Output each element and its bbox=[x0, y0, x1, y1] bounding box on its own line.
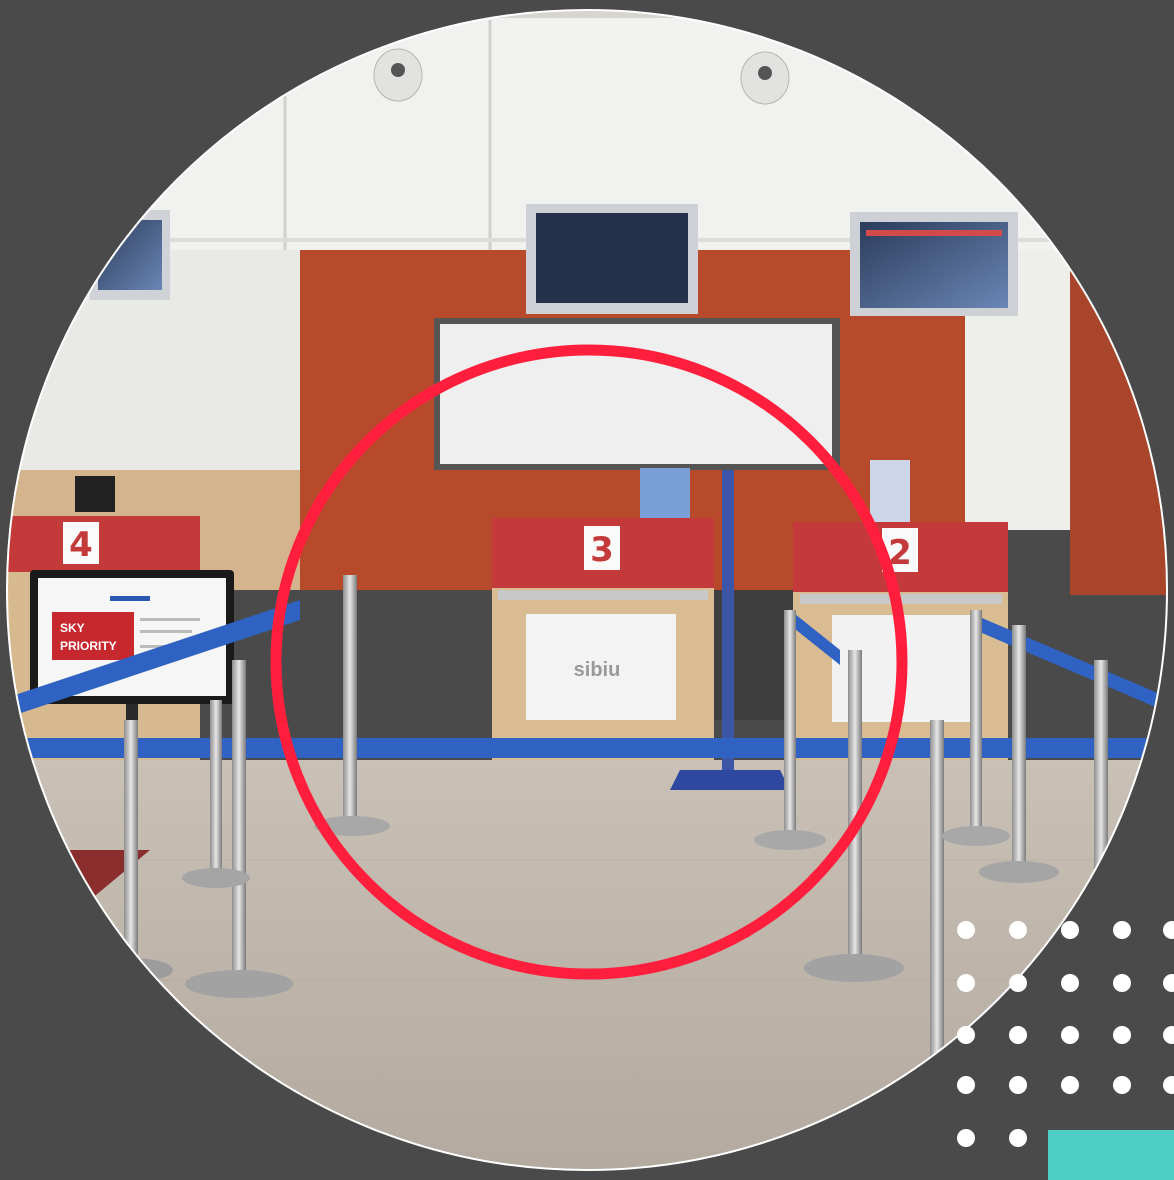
poster-stage: 4 3 sibiu 2 SKY PRIORITY bbox=[0, 0, 1174, 1180]
accent-block bbox=[1048, 1130, 1174, 1180]
decorative-dot-grid bbox=[957, 921, 1174, 1147]
